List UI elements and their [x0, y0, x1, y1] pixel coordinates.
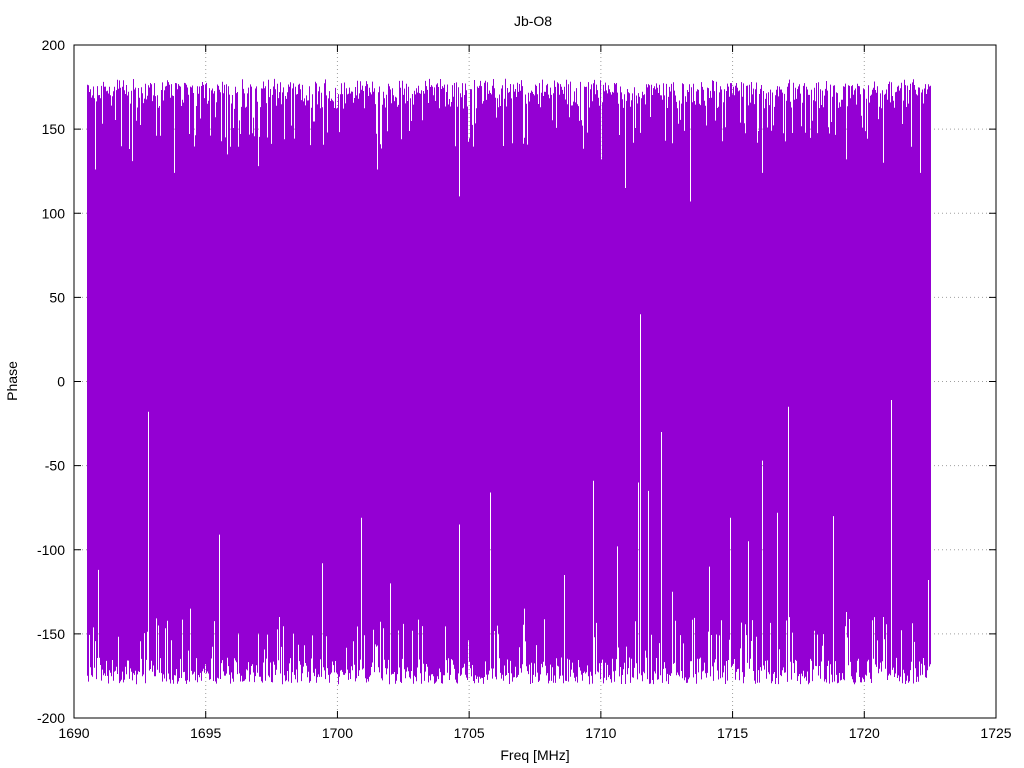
phase-vs-frequency-chart: 1690 1695 1700 1705 1710 1715 1720 1725 -200 -150… [4, 13, 1012, 763]
y-tick-label: 50 [49, 289, 65, 305]
x-tick-label: 1690 [58, 725, 89, 741]
y-axis-title: Phase [4, 361, 20, 401]
x-tick-label: 1720 [849, 725, 880, 741]
y-tick-label: 150 [42, 121, 66, 137]
y-tick-label: 0 [57, 374, 65, 390]
y-tick-label: -50 [45, 458, 65, 474]
x-tick-label: 1705 [454, 725, 485, 741]
y-tick-label: -150 [37, 626, 65, 642]
y-tick-label: -200 [37, 710, 65, 726]
chart-root: 1690 1695 1700 1705 1710 1715 1720 1725 -200 -150… [0, 0, 1024, 768]
x-tick-label: 1695 [190, 725, 221, 741]
x-axis-title: Freq [MHz] [500, 747, 569, 763]
x-tick-label: 1700 [322, 725, 353, 741]
chart-title: Jb-O8 [514, 13, 552, 29]
x-tick-label: 1725 [980, 725, 1011, 741]
y-tick-label: -100 [37, 542, 65, 558]
y-tick-label: 200 [42, 37, 66, 53]
x-tick-label: 1710 [585, 725, 616, 741]
x-tick-label: 1715 [717, 725, 748, 741]
data-layer [87, 78, 931, 685]
y-tick-label: 100 [42, 205, 66, 221]
phase-series-line [87, 78, 931, 685]
